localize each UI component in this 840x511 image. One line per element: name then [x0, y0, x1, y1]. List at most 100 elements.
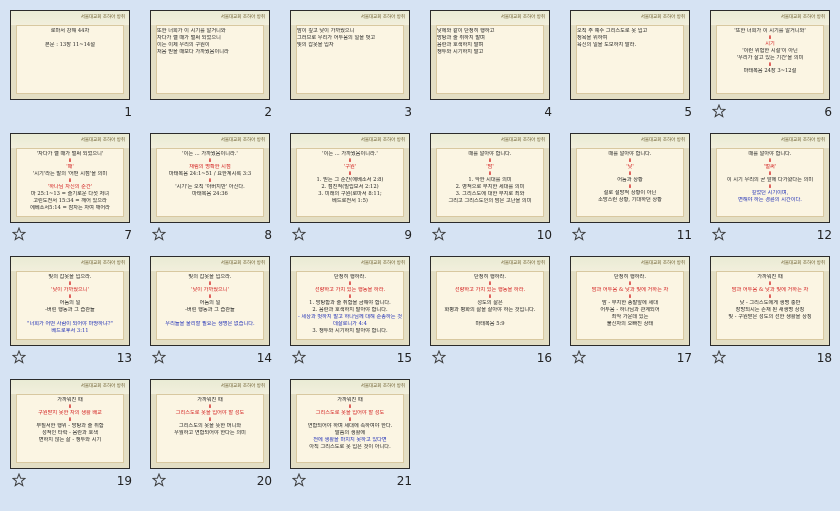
slide-thumbnail-cell[interactable]: 서울대교회 조하아 방취 '또한 너희가 이 시기를 알거니와' ⬇ 시기 '이런 위험…	[700, 0, 840, 123]
slide-text: '이는 ... 가까웠음이니라.' ⬇ 재림의 명확한 시점 마태복음 24:1~51…	[157, 151, 263, 216]
slide-text: 단정히 행하라. ⬇ 밤과 어두움 & 낮과 빛에 거하는 자 ⬇ 밤 - 무지한 종말…	[577, 274, 683, 339]
transition-star-icon[interactable]	[152, 350, 166, 364]
slide-header-text: 서울대교회 조하아 방취	[500, 15, 545, 20]
slide-thumbnail-cell[interactable]: 서울대교회 조하아 방취 '이는 ... 가까웠음이니라.' ⬇ '구원' ⬇ 1. 믿는…	[280, 123, 420, 246]
transition-star-icon[interactable]	[572, 350, 586, 364]
slide-text-line: 소망스런 상황, 기대하던 상황	[598, 197, 662, 203]
transition-star-icon[interactable]	[12, 350, 26, 364]
slide-text-line: '하나님 자신의 순간'	[47, 184, 93, 190]
slide-text-line: 구원받지 못한 자의 생활 배교	[38, 410, 102, 416]
slide-text-line: 빛의 갑옷을 입으라.	[48, 274, 92, 280]
slide-text-line: '이는 ... 가까웠음이니라.'	[182, 151, 238, 157]
slide-thumbnail[interactable]: 서울대교회 조하아 방취 빛의 갑옷을 입으라. ⬇ '낮이 가까웠으니' ⬇ 어둠의 일…	[10, 256, 130, 346]
slide-thumbnail-cell[interactable]: 서울대교회 조하아 방취 단정히 행하라. ⬇ 선량하고 가치 있는 행동을 하라. ⬇…	[420, 246, 560, 369]
transition-star-icon[interactable]	[12, 473, 26, 487]
slide-text-line: 방탕과 술 취하지 말며	[437, 35, 485, 41]
slide-text: 때를 알아야 합니다. ⬇ '밤' ⬇ 1. 악한 시대를 의미 2. 영적으로 무지한 …	[437, 151, 543, 216]
slide-thumbnail-cell[interactable]: 서울대교회 조하아 방취 가까워진 때 ⬇ 구원받지 못한 자의 생활 배교 ⬇ 무질서한…	[0, 369, 140, 492]
slide-text: 빛의 갑옷을 입으라. ⬇ '낮이 가까웠으니' ⬇ 어둠의 일 -버린 행동과 그 습관…	[17, 274, 123, 339]
transition-star-icon[interactable]	[152, 227, 166, 241]
slide-text-line: 베드로전서 1:5)	[332, 198, 368, 204]
slide-thumbnail-cell[interactable]: 서울대교회 조하아 방취 '이는 ... 가까웠음이니라.' ⬇ 재림의 명확한 시점…	[140, 123, 280, 246]
slide-text-line: 마태복음 24장 3~12절	[743, 68, 797, 74]
slide-text-line: 어둠의 일	[59, 300, 81, 306]
slide-text-line: 육신의 일을 도모하지 말라.	[577, 42, 637, 48]
slide-thumbnail-cell[interactable]: 서울대교회 조하아 방취 밤이 깊고 낮이 가까웠으니 그러므로 우리가 어두움의 …	[280, 0, 420, 123]
slide-text: 밤이 깊고 낮이 가까웠으니 그러므로 우리가 어두움의 일을 벗고 빛의 갑옷을 …	[297, 28, 403, 93]
slide-thumbnail[interactable]: 서울대교회 조하아 방취 또한 너희가 이 시기를 알거니와 자다가 깰 때가 벌써…	[150, 10, 270, 100]
slide-text: 오직 주 예수 그리스도로 옷 입고 정욕을 위하여 육신의 일을 도모하지 말라.	[577, 28, 683, 93]
slide-thumbnail[interactable]: 서울대교회 조하아 방취 로마서 강해 44차 본문 : 13장 11~14절	[10, 10, 130, 100]
slide-thumbnail[interactable]: 서울대교회 조하아 방취 단정히 행하라. ⬇ 선량하고 가치 있는 행동을 하라. ⬇…	[430, 256, 550, 346]
transition-star-icon[interactable]	[432, 227, 446, 241]
slide-text-line	[437, 314, 543, 321]
slide-text: 가까워진 때 ⬇ 밤과 어두움 & 낮과 빛에 거하는 자 ⬇ 낮 - 그리스도에게 생…	[717, 274, 823, 339]
slide-thumbnail[interactable]: 서울대교회 조하아 방취 낮에와 같이 단정히 행하고 방탕과 술 취하지 말며 음란…	[430, 10, 550, 100]
slide-thumbnail[interactable]: 서울대교회 조하아 방취 단정히 행하라. ⬇ 선량하고 가치 있는 행동을 하라. ⬇…	[290, 256, 410, 346]
slide-thumbnail[interactable]: 서울대교회 조하아 방취 밤이 깊고 낮이 가까웠으니 그러므로 우리가 어두움의 …	[290, 10, 410, 100]
transition-star-icon[interactable]	[292, 227, 306, 241]
slide-thumbnail[interactable]: 서울대교회 조하아 방취 '자다가 깰 때가 벌써 되었으니' ⬇ '때' '시기'라는…	[10, 133, 130, 223]
slide-thumbnail[interactable]: 서울대교회 조하아 방취 때를 알아야 합니다. ⬇ '밤' ⬇ 1. 악한 시대를 의미…	[430, 133, 550, 223]
slide-number: 13	[116, 351, 132, 365]
slide-text: '이는 ... 가까웠음이니라.' ⬇ '구원' ⬇ 1. 믿는 그 순간(에베소서 2…	[297, 151, 403, 216]
transition-star-icon[interactable]	[712, 104, 726, 118]
slide-thumbnail-cell[interactable]: 서울대교회 조하아 방취 또한 너희가 이 시기를 알거니와 자다가 깰 때가 벌써…	[140, 0, 280, 123]
slide-text-line: 베드로후서 3:11	[51, 328, 89, 334]
slide-sorter-grid: 서울대교회 조하아 방취 로마서 강해 44차 본문 : 13장 11~14절 1 서…	[0, 0, 840, 511]
slide-text-line: 2. 점진적(빌립보서 2:12)	[321, 184, 379, 190]
slide-thumbnail-cell[interactable]: 서울대교회 조하아 방취 빛의 갑옷을 입으라. ⬇ '낮이 가까웠으니' ⬇ 어둠의 일…	[140, 246, 280, 369]
slide-thumbnail[interactable]: 서울대교회 조하아 방취 가까워진 때 ⬇ 그리스도로 옷을 입어야 할 성도 ⬇ 연합되…	[290, 379, 410, 469]
slide-text-line: 오직 주 예수 그리스도로 옷 입고	[577, 28, 648, 34]
slide-thumbnail[interactable]: 서울대교회 조하아 방취 가까워진 때 ⬇ 밤과 어두움 & 낮과 빛에 거하는 자 ⬇…	[710, 256, 830, 346]
slide-thumbnail-cell[interactable]: 서울대교회 조하아 방취 때를 알아야 합니다. ⬇ '밤' ⬇ 1. 악한 시대를 의미…	[420, 123, 560, 246]
slide-thumbnail[interactable]: 서울대교회 조하아 방취 오직 주 예수 그리스도로 옷 입고 정욕을 위하여 육신의…	[570, 10, 690, 100]
slide-text-line: '우리가 살고 있는 기간'을 의미	[736, 55, 804, 61]
slide-thumbnail[interactable]: 서울대교회 조하아 방취 가까워진 때 ⬇ 구원받지 못한 자의 생활 배교 ⬇ 무질서한…	[10, 379, 130, 469]
transition-star-icon[interactable]	[572, 227, 586, 241]
slide-text: 가까워진 때 ⬇ 그리스도로 옷을 입어야 할 성도 ⬇ 그리스도의 옷을 뜻한 머니와…	[157, 397, 263, 462]
slide-thumbnail-cell[interactable]: 서울대교회 조하아 방취 낮에와 같이 단정히 행하고 방탕과 술 취하지 말며 음란…	[420, 0, 560, 123]
transition-star-icon[interactable]	[432, 350, 446, 364]
transition-star-icon[interactable]	[712, 227, 726, 241]
slide-thumbnail[interactable]: 서울대교회 조하아 방취 가까워진 때 ⬇ 그리스도로 옷을 입어야 할 성도 ⬇ 그리스…	[150, 379, 270, 469]
slide-text-line: 때를 알아야 합니다.	[748, 151, 792, 157]
slide-thumbnail[interactable]: 서울대교회 조하아 방취 '이는 ... 가까웠음이니라.' ⬇ '구원' ⬇ 1. 믿는…	[290, 133, 410, 223]
slide-thumbnail-cell[interactable]: 서울대교회 조하아 방취단정히 행하라. ⬇ 밤과 어두움 & 낮과 빛에 거하는 …	[560, 246, 700, 369]
slide-text-line: 마태복음 24:1~51 / 요한계시록 3:3	[168, 171, 252, 177]
slide-thumbnail-cell[interactable]: 서울대교회 조하아 방취 가까워진 때 ⬇ 그리스도로 옷을 입어야 할 성도 ⬇ 그리스…	[140, 369, 280, 492]
slide-thumbnail-cell[interactable]: 서울대교회 조하아 방취 가까워진 때 ⬇ 그리스도로 옷을 입어야 할 성도 ⬇ 연합되…	[280, 369, 420, 492]
slide-thumbnail-cell[interactable]: 서울대교회 조하아 방취 가까워진 때 ⬇ 밤과 어두움 & 낮과 빛에 거하는 자 ⬇…	[700, 246, 840, 369]
slide-thumbnail-cell[interactable]: 서울대교회 조하아 방취 로마서 강해 44차 본문 : 13장 11~14절 1	[0, 0, 140, 123]
slide-thumbnail-cell[interactable]: 서울대교회 조하아 방취 빛의 갑옷을 입으라. ⬇ '낮이 가까웠으니' ⬇ 어둠의 일…	[0, 246, 140, 369]
slide-header-text: 서울대교회 조하아 방취	[80, 138, 125, 143]
slide-thumbnail-cell[interactable]: 서울대교회 조하아 방취 때를 알아야 합니다. ⬇ '벌써' ⬇ 이 시기 우리의 곧 …	[700, 123, 840, 246]
slide-thumbnail[interactable]: 서울대교회 조하아 방취 '이는 ... 가까웠음이니라.' ⬇ 재림의 명확한 시점…	[150, 133, 270, 223]
slide-header-text: 서울대교회 조하아 방취	[80, 384, 125, 389]
slide-text-line: 에베소서5:14 = 잠자는 자여 깨어라	[30, 205, 110, 211]
slide-number: 8	[264, 228, 272, 242]
slide-text-line: 단정히 행하라.	[334, 274, 366, 280]
transition-star-icon[interactable]	[292, 350, 306, 364]
slide-thumbnail[interactable]: 서울대교회 조하아 방취단정히 행하라. ⬇ 밤과 어두움 & 낮과 빛에 거하는 …	[570, 256, 690, 346]
slide-text-line: '시기'는 오직 '아버지만' 아신다.	[175, 184, 245, 190]
slide-thumbnail-cell[interactable]: 서울대교회 조하아 방취 단정히 행하라. ⬇ 선량하고 가치 있는 행동을 하라. ⬇…	[280, 246, 420, 369]
slide-text-line: 그리스도로 옷을 입어야 할 성도	[315, 410, 385, 416]
transition-star-icon[interactable]	[152, 473, 166, 487]
slide-thumbnail[interactable]: 서울대교회 조하아 방취 '또한 너희가 이 시기를 알거니와' ⬇ 시기 '이런 위험…	[710, 10, 830, 100]
transition-star-icon[interactable]	[12, 227, 26, 241]
slide-thumbnail[interactable]: 서울대교회 조하아 방취 때를 알아야 합니다. ⬇ '낮' ⬇ 어둠과 상황 ⬇ 절로 절망…	[570, 133, 690, 223]
slide-thumbnail-cell[interactable]: 서울대교회 조하아 방취 '자다가 깰 때가 벌써 되었으니' ⬇ '때' '시기'라는…	[0, 123, 140, 246]
transition-star-icon[interactable]	[292, 473, 306, 487]
slide-text-line: 불신자의 오빠진 상태	[606, 321, 654, 327]
slide-header-text: 서울대교회 조하아 방취	[640, 261, 685, 266]
slide-thumbnail-cell[interactable]: 서울대교회 조하아 방취 오직 주 예수 그리스도로 옷 입고 정욕을 위하여 육신의…	[560, 0, 700, 123]
slide-number: 5	[684, 105, 692, 119]
slide-thumbnail-cell[interactable]: 서울대교회 조하아 방취 때를 알아야 합니다. ⬇ '낮' ⬇ 어둠과 상황 ⬇ 절로 절망…	[560, 123, 700, 246]
transition-star-icon[interactable]	[712, 350, 726, 364]
slide-thumbnail[interactable]: 서울대교회 조하아 방취 때를 알아야 합니다. ⬇ '벌써' ⬇ 이 시기 우리의 곧 …	[710, 133, 830, 223]
slide-text-line: - 세상과 벗하지 말고 하나님께 대해 순종하는 것	[298, 314, 402, 320]
slide-text-line: '낮이 가까웠으니'	[191, 287, 229, 293]
slide-thumbnail[interactable]: 서울대교회 조하아 방취 빛의 갑옷을 입으라. ⬇ '낮이 가까웠으니' ⬇ 어둠의 일…	[150, 256, 270, 346]
slide-text-line: 성적인 타락 - 음란과 호색	[41, 430, 99, 436]
